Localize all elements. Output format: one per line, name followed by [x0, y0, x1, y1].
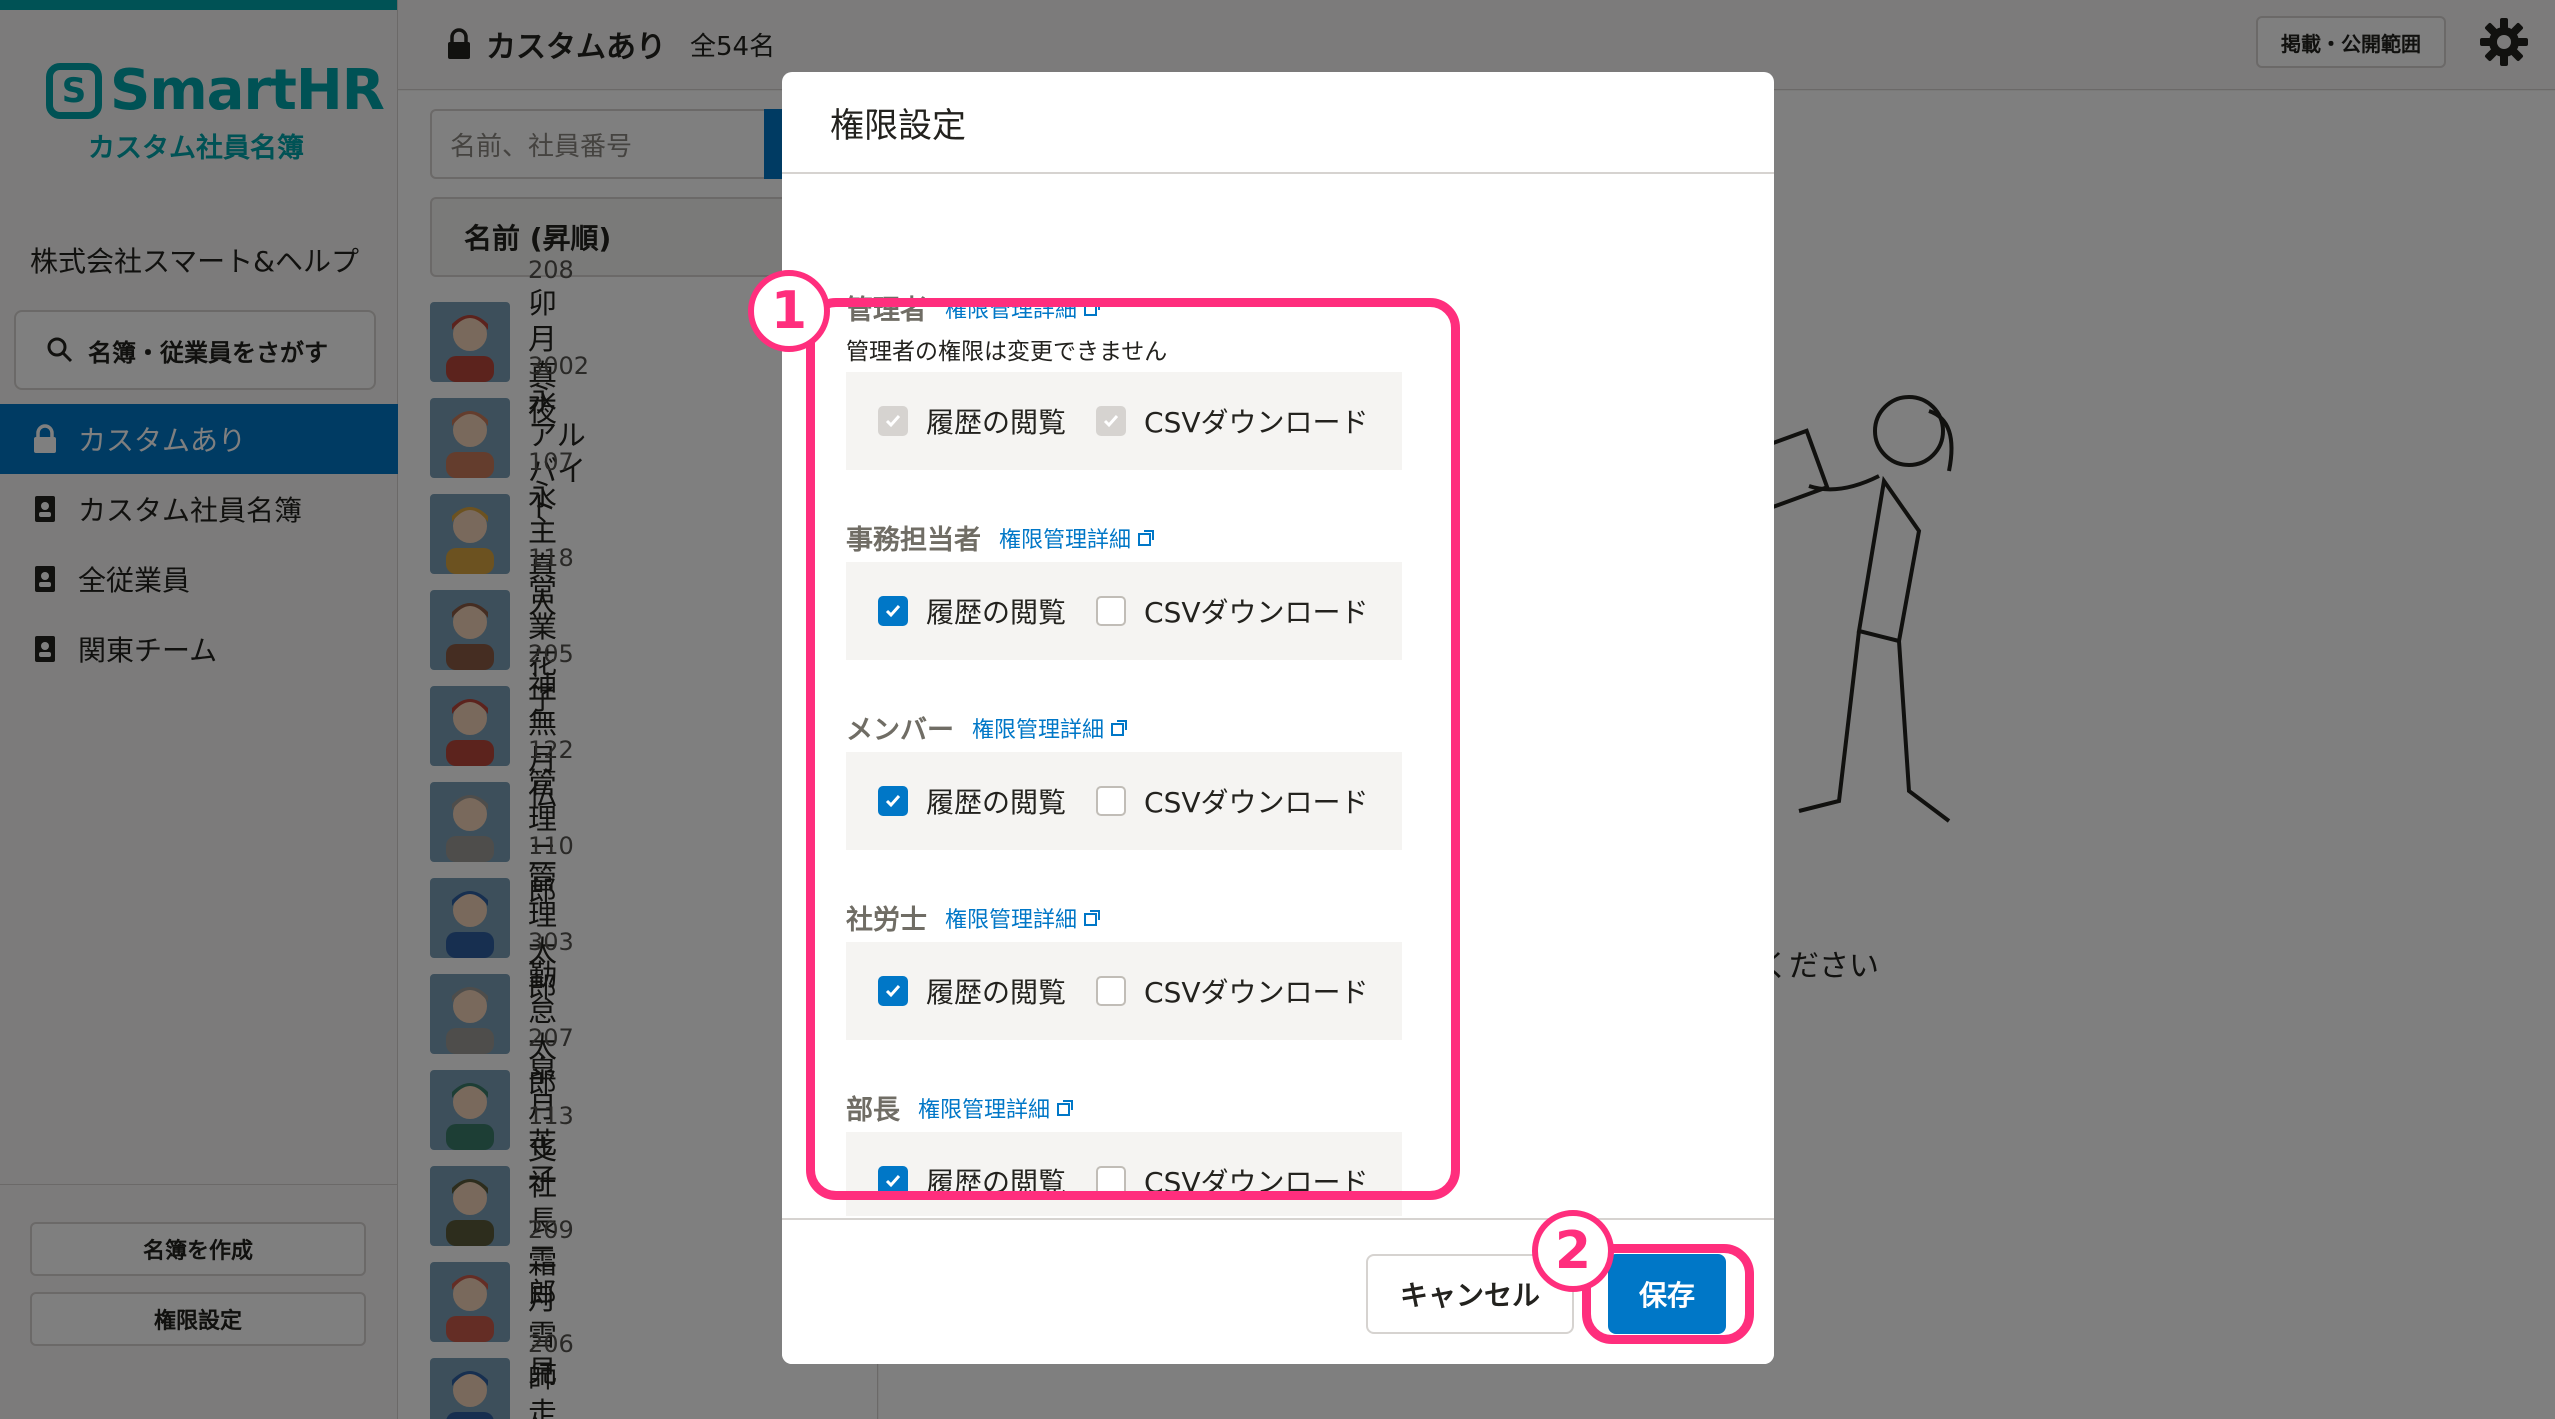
- dialog-title: 権限設定: [782, 72, 1774, 174]
- step1-highlight-frame: [806, 298, 1460, 1200]
- step1-badge: 1: [748, 270, 830, 352]
- step2-badge: 2: [1532, 1210, 1614, 1292]
